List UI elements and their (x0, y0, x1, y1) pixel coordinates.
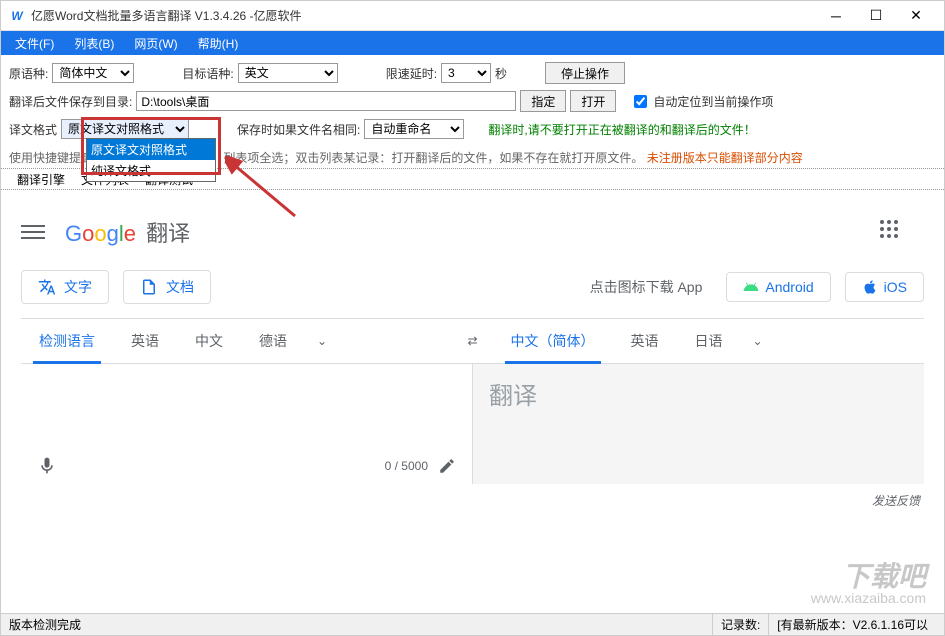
pencil-icon[interactable] (438, 457, 456, 475)
google-translate-panel: Google 翻译 文字 文档 点击图标下载 App Android iOS (1, 196, 944, 527)
gt-textareas: 0 / 5000 翻译 (21, 364, 924, 484)
menu-help[interactable]: 帮助(H) (188, 33, 249, 53)
tgt-lang-select[interactable]: 英文 (238, 63, 338, 83)
src-lang-select[interactable]: 简体中文 (52, 63, 134, 83)
src-text-pane[interactable]: 0 / 5000 (21, 364, 472, 484)
char-count: 0 / 5000 (57, 459, 428, 473)
save-dir-input[interactable] (136, 91, 516, 111)
hamburger-icon[interactable] (21, 220, 45, 244)
stop-button[interactable]: 停止操作 (545, 62, 625, 84)
src-tab-en[interactable]: 英语 (113, 318, 177, 364)
status-records: 记录数: (712, 614, 768, 635)
tgt-placeholder: 翻译 (489, 376, 908, 411)
tgt-tab-zh[interactable]: 中文（简体） (493, 318, 613, 364)
translate-warning: 翻译时,请不要打开正在被翻译的和翻译后的文件！ (488, 121, 755, 138)
statusbar: 版本检测完成 记录数: [有最新版本：V2.6.1.16可以 (1, 613, 944, 635)
auto-locate-checkbox[interactable] (634, 95, 647, 108)
delay-label: 限速延时: (386, 65, 437, 82)
save-same-label: 保存时如果文件名相同: (237, 121, 360, 138)
toolbar-row-2: 翻译后文件保存到目录: 指定 打开 自动定位到当前操作项 (9, 87, 936, 115)
dropdown-option-1[interactable]: 纯译文格式 (87, 160, 215, 181)
format-label: 译文格式 (9, 121, 57, 138)
maximize-button[interactable]: ☐ (856, 2, 896, 30)
format-dropdown: 原文译文对照格式 纯译文格式 (86, 138, 216, 182)
delay-select[interactable]: 3 (441, 63, 491, 83)
tgt-lang-side: 中文（简体） 英语 日语 ⌄ (493, 318, 925, 364)
close-button[interactable]: ✕ (896, 2, 936, 30)
titlebar: W 亿愿Word文档批量多语言翻译 V1.3.4.26 -亿愿软件 ─ ☐ ✕ (1, 1, 944, 31)
gt-lang-bar: 检测语言 英语 中文 德语 ⌄ ⇄ 中文（简体） 英语 日语 ⌄ (21, 318, 924, 364)
dropdown-option-0[interactable]: 原文译文对照格式 (87, 139, 215, 160)
src-tab-detect[interactable]: 检测语言 (21, 318, 113, 364)
unregistered-hint: 未注册版本只能翻译部分内容 (647, 151, 803, 165)
minimize-button[interactable]: ─ (816, 2, 856, 30)
tgt-lang-label: 目标语种: (182, 65, 233, 82)
src-lang-label: 原语种: (9, 65, 48, 82)
toolbar: 原语种: 简体中文 目标语种: 英文 限速延时: 3 秒 停止操作 翻译后文件保… (1, 55, 944, 147)
src-tab-de[interactable]: 德语 (241, 318, 305, 364)
watermark: 下载吧 www.xiazaiba.com (811, 563, 926, 605)
auto-locate-label: 自动定位到当前操作项 (653, 93, 773, 110)
swap-languages-button[interactable]: ⇄ (453, 334, 493, 348)
menu-web[interactable]: 网页(W) (124, 33, 187, 53)
toolbar-row-1: 原语种: 简体中文 目标语种: 英文 限速延时: 3 秒 停止操作 (9, 59, 936, 87)
mode-text-button[interactable]: 文字 (21, 270, 109, 304)
seconds-label: 秒 (495, 65, 507, 82)
android-button[interactable]: Android (726, 272, 830, 302)
status-version: [有最新版本：V2.6.1.16可以 (768, 614, 936, 635)
tgt-tab-ja[interactable]: 日语 (677, 318, 741, 364)
apps-grid-icon[interactable] (880, 220, 904, 244)
tgt-tab-en[interactable]: 英语 (613, 318, 677, 364)
mic-icon[interactable] (37, 456, 57, 476)
status-left: 版本检测完成 (9, 616, 81, 633)
download-hint: 点击图标下载 App (590, 277, 703, 297)
src-chevron-down-icon[interactable]: ⌄ (305, 334, 339, 348)
format-select[interactable]: 原文译文对照格式 (61, 119, 189, 139)
save-same-select[interactable]: 自动重命名 (364, 119, 464, 139)
menu-file[interactable]: 文件(F) (5, 33, 64, 53)
src-tab-zh[interactable]: 中文 (177, 318, 241, 364)
tab-engine[interactable]: 翻译引擎 (9, 171, 73, 188)
app-icon: W (9, 8, 25, 24)
tgt-text-pane: 翻译 (473, 364, 924, 484)
menu-list[interactable]: 列表(B) (64, 33, 124, 53)
apple-icon (862, 279, 878, 295)
tgt-chevron-down-icon[interactable]: ⌄ (741, 334, 775, 348)
open-button[interactable]: 打开 (570, 90, 616, 112)
gt-mode-row: 文字 文档 点击图标下载 App Android iOS (21, 264, 924, 318)
google-logo: Google 翻译 (65, 216, 190, 248)
menubar: 文件(F) 列表(B) 网页(W) 帮助(H) (1, 31, 944, 55)
feedback-link[interactable]: 发送反馈 (21, 484, 924, 517)
assign-button[interactable]: 指定 (520, 90, 566, 112)
translate-icon (38, 278, 56, 296)
android-icon (743, 279, 759, 295)
gt-header: Google 翻译 (21, 206, 924, 264)
save-dir-label: 翻译后文件保存到目录: (9, 93, 132, 110)
document-icon (140, 278, 158, 296)
window-title: 亿愿Word文档批量多语言翻译 V1.3.4.26 -亿愿软件 (31, 7, 816, 24)
src-lang-side: 检测语言 英语 中文 德语 ⌄ (21, 318, 453, 364)
ios-button[interactable]: iOS (845, 272, 924, 302)
mode-doc-button[interactable]: 文档 (123, 270, 211, 304)
